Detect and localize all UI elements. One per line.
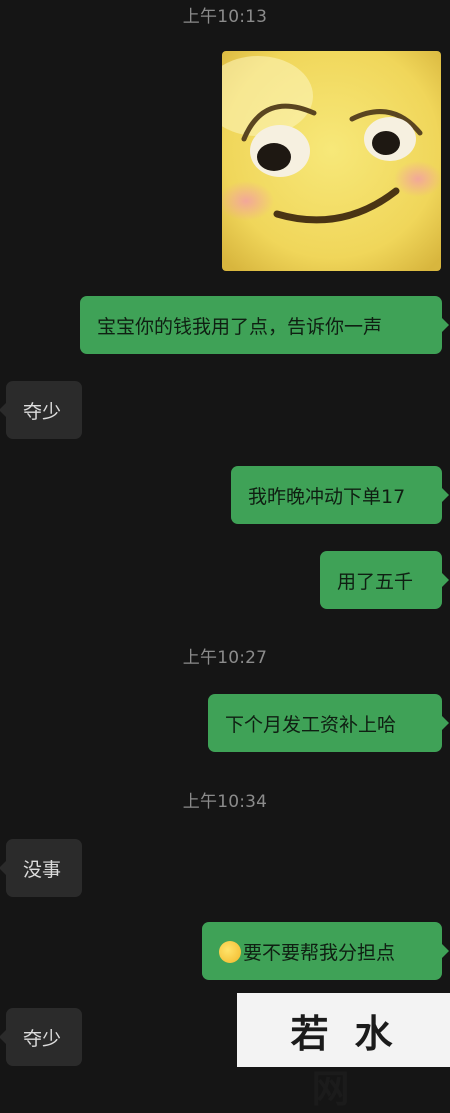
message-text: 宝宝你的钱我用了点，告诉你一声 xyxy=(97,315,383,338)
message-text: 要不要帮我分担点 xyxy=(243,941,396,964)
blushing-emoji-icon xyxy=(219,941,241,963)
timestamp: 上午10:13 xyxy=(182,7,268,27)
message-text: 用了五千 xyxy=(337,570,414,593)
outgoing-message[interactable]: 要不要帮我分担点 xyxy=(202,922,449,980)
outgoing-message[interactable]: 用了五千 xyxy=(320,551,449,609)
incoming-message[interactable]: 夺少 xyxy=(0,381,82,439)
incoming-message[interactable]: 夺少 xyxy=(0,1008,82,1066)
incoming-message[interactable]: 没事 xyxy=(0,839,82,897)
message-text: 夺少 xyxy=(23,1027,62,1050)
outgoing-message[interactable]: 宝宝你的钱我用了点，告诉你一声 xyxy=(80,296,449,354)
outgoing-message[interactable]: 我昨晚冲动下单17 xyxy=(231,466,449,524)
timestamp: 上午10:34 xyxy=(182,792,268,812)
watermark-text: 若水网 xyxy=(290,1012,419,1111)
sticker-image[interactable] xyxy=(222,51,441,271)
outgoing-message[interactable]: 下个月发工资补上哈 xyxy=(208,694,449,752)
smirking-smiley-face-sticker-icon xyxy=(222,51,441,271)
message-text: 没事 xyxy=(23,858,62,881)
message-text: 下个月发工资补上哈 xyxy=(225,713,397,736)
message-text: 我昨晚冲动下单17 xyxy=(248,485,406,508)
message-text: 夺少 xyxy=(23,400,62,423)
timestamp: 上午10:27 xyxy=(182,648,268,668)
watermark-logo: 若水网 xyxy=(237,993,450,1111)
